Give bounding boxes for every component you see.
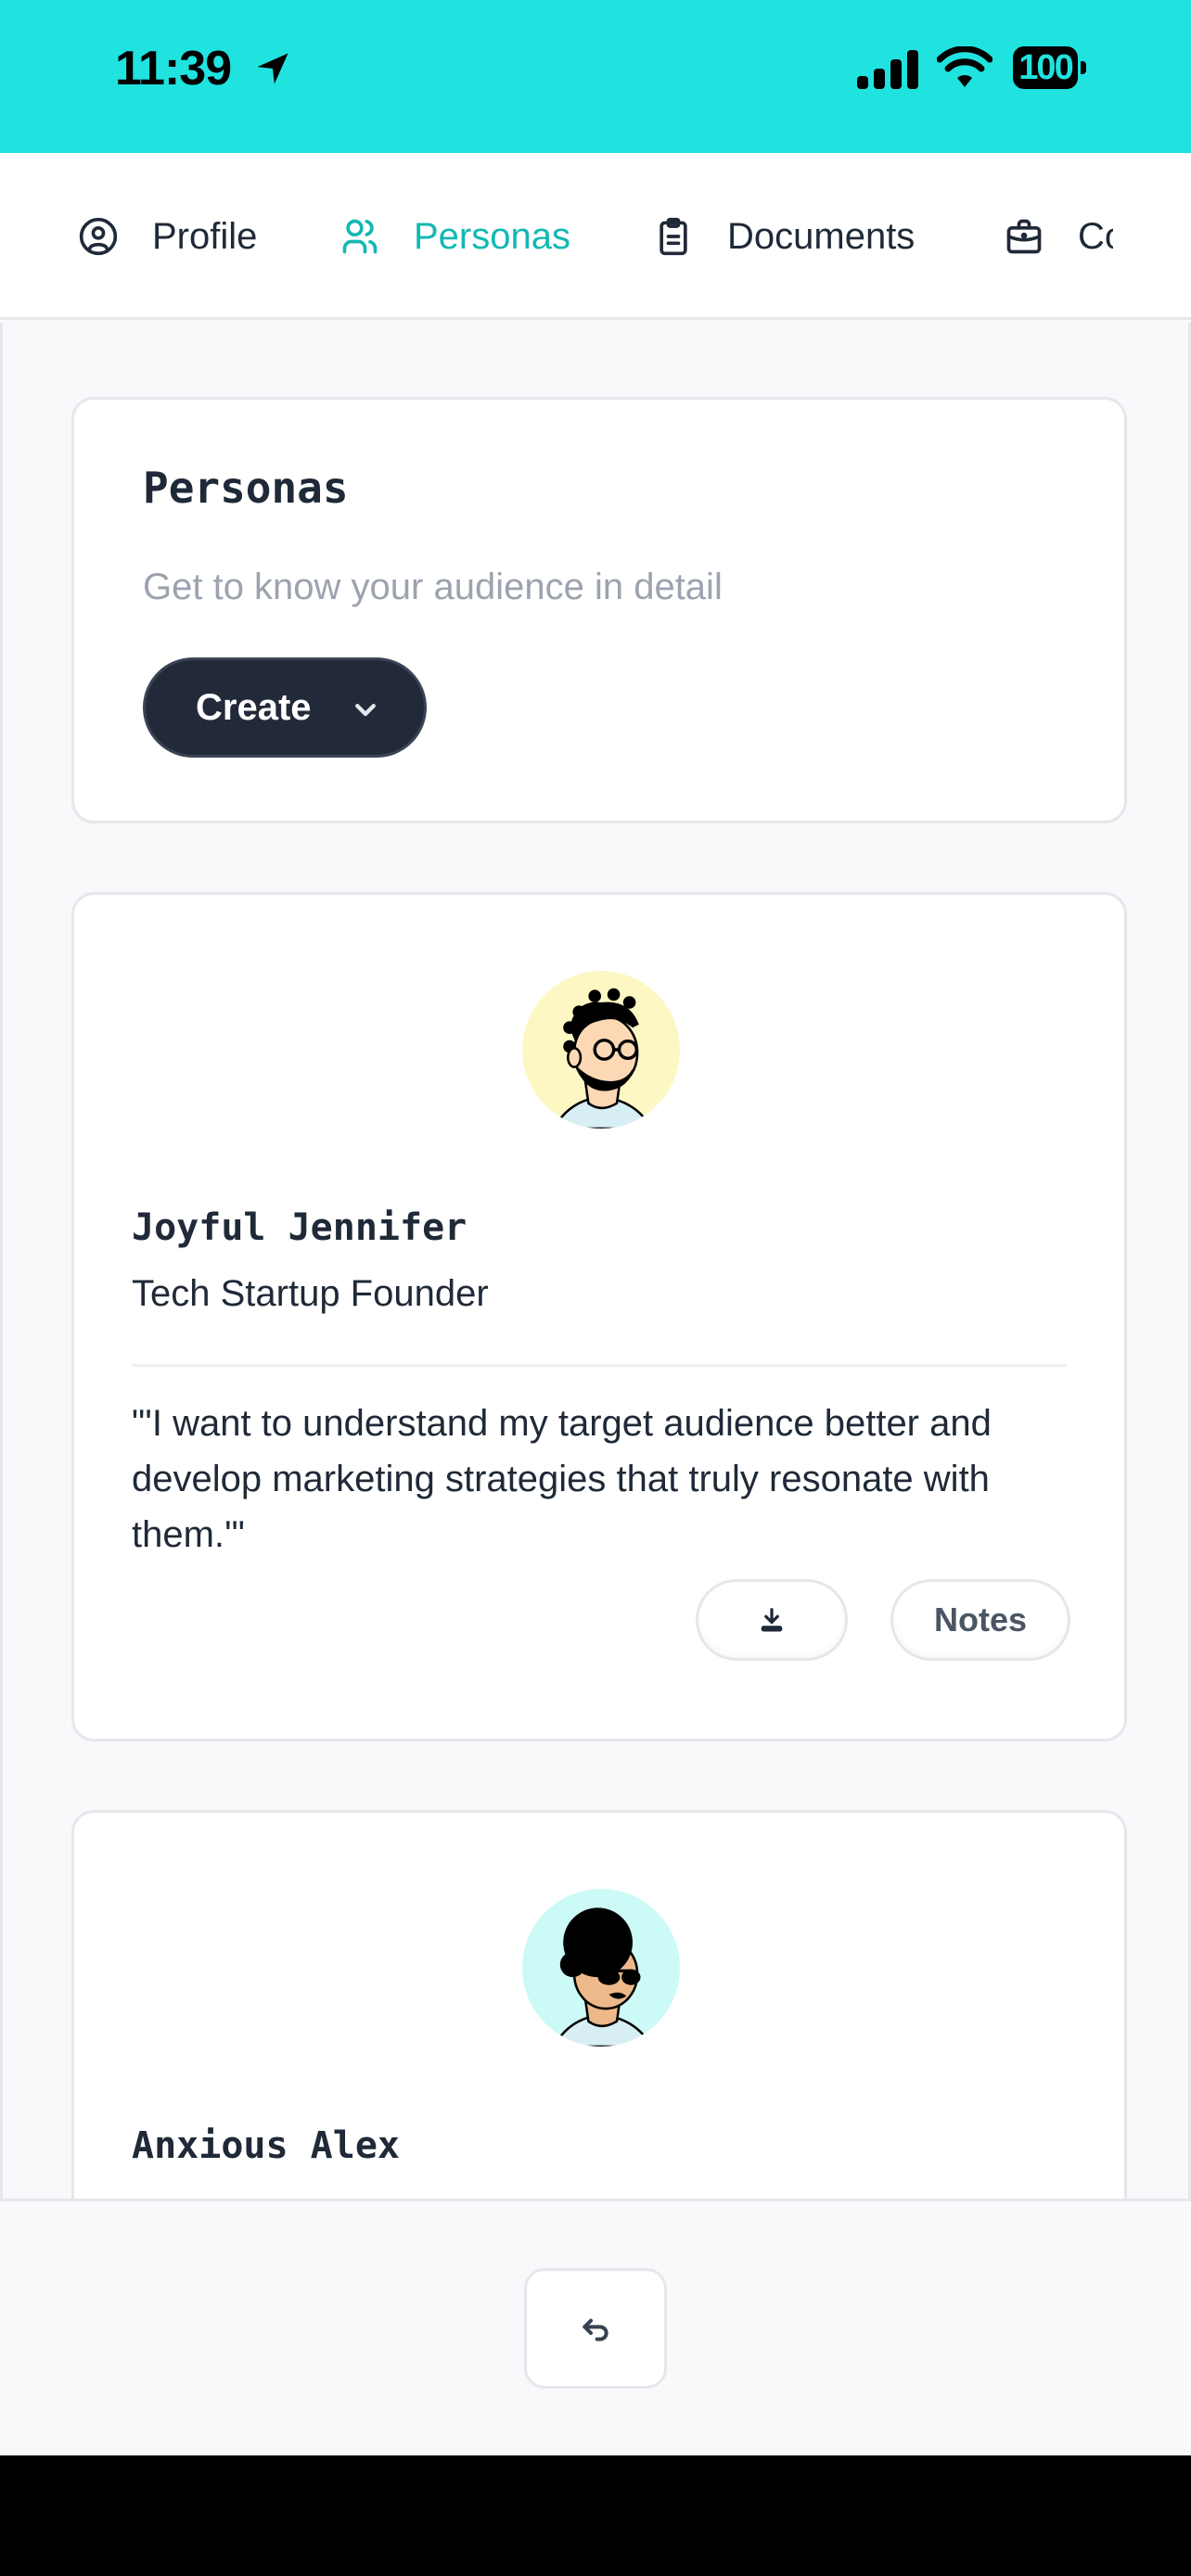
notes-button[interactable]: Notes bbox=[890, 1579, 1070, 1661]
download-button[interactable] bbox=[696, 1579, 848, 1661]
tab-profile[interactable]: Profile bbox=[78, 209, 257, 264]
tab-label: Co bbox=[1078, 215, 1113, 257]
tab-label: Profile bbox=[152, 215, 258, 257]
create-button-label: Create bbox=[196, 686, 312, 728]
tab-bar: Profile Personas Documents Co bbox=[0, 153, 1191, 320]
avatar bbox=[522, 971, 680, 1129]
bottom-bar bbox=[0, 2199, 1191, 2455]
briefcase-icon bbox=[1006, 219, 1042, 254]
signal-icon bbox=[857, 50, 918, 89]
location-arrow-icon bbox=[257, 53, 288, 84]
return-button[interactable] bbox=[524, 2268, 667, 2389]
persona-name: Anxious Alex bbox=[132, 2124, 400, 2167]
home-indicator-area bbox=[0, 2455, 1191, 2576]
clipboard-icon bbox=[660, 217, 687, 256]
chevron-down-icon bbox=[355, 704, 376, 717]
users-icon bbox=[342, 219, 378, 254]
tab-label: Personas bbox=[414, 215, 570, 257]
battery-nub bbox=[1081, 61, 1086, 74]
tab-label: Documents bbox=[727, 215, 916, 257]
personas-header-card: Personas Get to know your audience in de… bbox=[71, 397, 1127, 823]
persona-role: Tech Startup Founder bbox=[132, 1273, 489, 1314]
create-button[interactable]: Create bbox=[143, 657, 427, 758]
download-icon bbox=[761, 1608, 783, 1632]
persona-illustration-icon bbox=[552, 1907, 653, 2047]
persona-quote: "'I want to understand my target audienc… bbox=[132, 1403, 992, 1555]
battery-icon: 100 bbox=[1013, 46, 1078, 89]
persona-card: Joyful Jennifer Tech Startup Founder "'I… bbox=[71, 892, 1127, 1741]
tab-co[interactable]: Co bbox=[1004, 209, 1113, 264]
user-circle-icon bbox=[79, 217, 118, 256]
persona-illustration-icon bbox=[552, 988, 653, 1129]
page-subtitle: Get to know your audience in detail bbox=[143, 567, 723, 607]
avatar bbox=[522, 1889, 680, 2047]
status-bar: 11:39 100 bbox=[0, 0, 1191, 153]
tab-documents[interactable]: Documents bbox=[653, 209, 915, 264]
page-title: Personas bbox=[143, 463, 349, 513]
tab-personas[interactable]: Personas bbox=[339, 209, 570, 264]
status-time: 11:39 bbox=[115, 42, 232, 96]
persona-name: Joyful Jennifer bbox=[132, 1206, 467, 1249]
persona-card: Anxious Alex bbox=[71, 1810, 1127, 2199]
wifi-icon bbox=[937, 46, 992, 87]
divider bbox=[132, 1364, 1067, 1367]
content-area[interactable]: Personas Get to know your audience in de… bbox=[0, 323, 1191, 2199]
return-arrow-icon bbox=[583, 2318, 608, 2341]
